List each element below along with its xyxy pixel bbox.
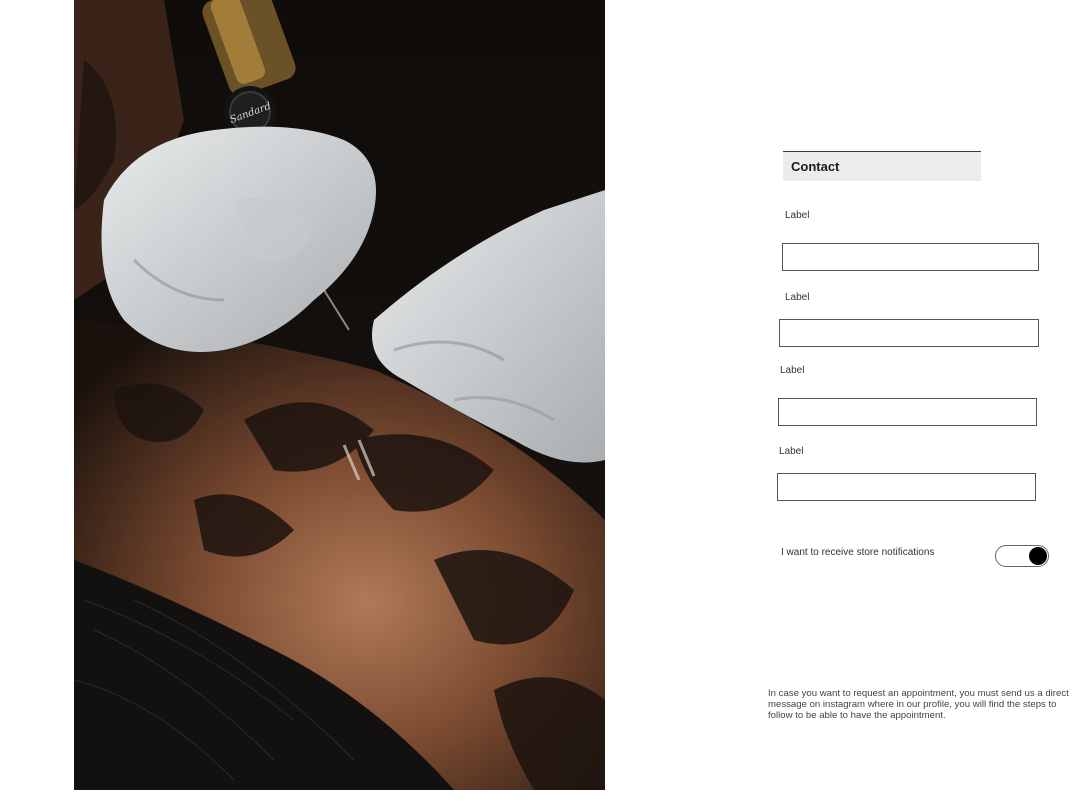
tattoo-artist-photo: Sandard bbox=[74, 0, 605, 790]
text-field-2[interactable] bbox=[779, 319, 1039, 347]
contact-header: Contact bbox=[783, 151, 981, 181]
field-label-1: Label bbox=[785, 210, 810, 221]
field-label-3: Label bbox=[780, 365, 805, 376]
toggle-knob bbox=[1029, 547, 1047, 565]
notifications-toggle[interactable] bbox=[995, 545, 1049, 567]
text-field-4[interactable] bbox=[777, 473, 1036, 501]
notifications-label: I want to receive store notifications bbox=[781, 547, 935, 558]
hero-photo: Sandard bbox=[74, 0, 605, 790]
text-field-3[interactable] bbox=[778, 398, 1037, 426]
appointment-note: In case you want to request an appointme… bbox=[768, 688, 1069, 721]
field-label-4: Label bbox=[779, 446, 804, 457]
text-field-1[interactable] bbox=[782, 243, 1039, 271]
field-label-2: Label bbox=[785, 292, 810, 303]
